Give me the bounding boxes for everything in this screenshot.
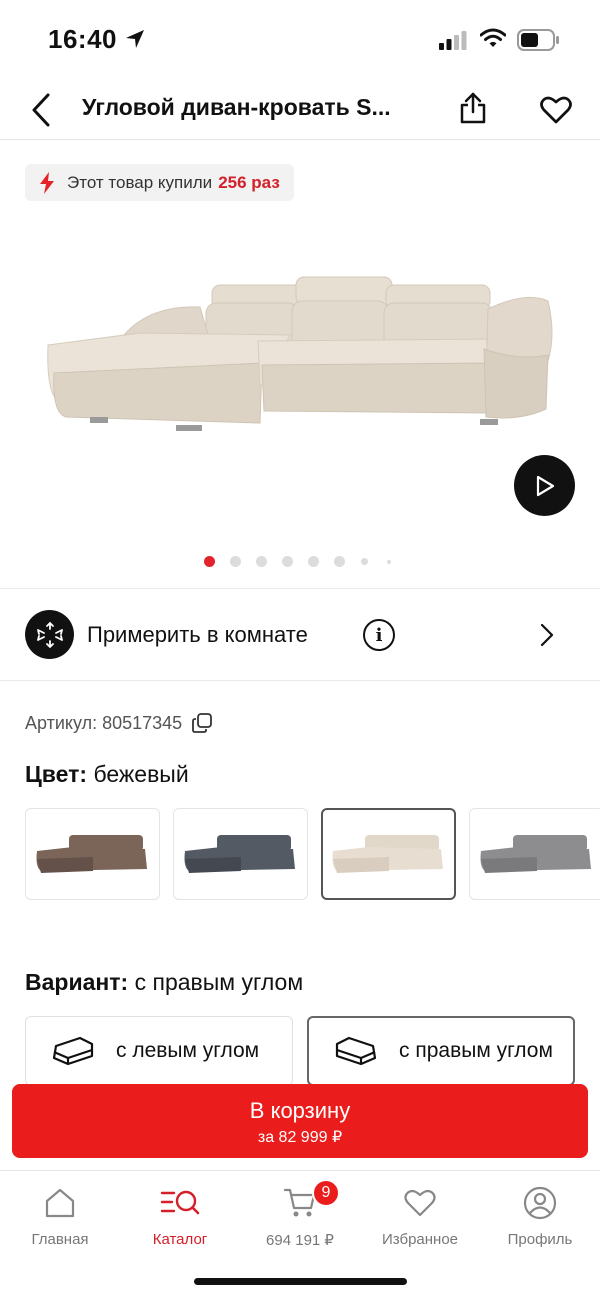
left-corner-sofa-icon — [50, 1034, 96, 1068]
purchase-count-badge: Этот товар купили 256 раз — [25, 164, 294, 201]
cart-icon — [240, 1183, 360, 1223]
try-in-room-row[interactable]: Примерить в комнате i — [0, 590, 600, 680]
status-time: 16:40 — [48, 24, 117, 54]
chevron-right-icon — [540, 623, 554, 652]
variant-right-label: с правым углом — [399, 1039, 553, 1062]
status-bar: 16:40 — [0, 0, 600, 80]
pagination-dot[interactable] — [308, 556, 319, 567]
nav-bar: Угловой диван-кровать S... — [0, 80, 600, 140]
pagination-dot[interactable] — [230, 556, 241, 567]
profile-icon — [480, 1183, 600, 1223]
tab-profile-label: Профиль — [507, 1231, 573, 1248]
pagination-dot[interactable] — [256, 556, 267, 567]
color-swatch-brown[interactable] — [25, 808, 160, 900]
variant-left-corner[interactable]: с левым углом — [25, 1016, 293, 1086]
home-indicator — [194, 1278, 407, 1285]
variant-left-label: с левым углом — [116, 1039, 260, 1062]
catalog-search-icon — [120, 1183, 240, 1223]
battery-icon — [517, 29, 561, 56]
ar-cube-icon — [25, 610, 74, 659]
variant-value: с правым углом — [134, 969, 304, 995]
color-heading: Цвет: бежевый — [25, 761, 189, 788]
tab-home[interactable]: Главная — [0, 1183, 120, 1248]
tab-cart[interactable]: 9 694 191 ₽ — [240, 1179, 360, 1249]
gallery-pagination[interactable] — [200, 555, 400, 569]
play-video-button[interactable] — [514, 455, 575, 516]
tab-catalog[interactable]: Каталог — [120, 1183, 240, 1248]
tab-cart-label: 694 191 ₽ — [266, 1232, 334, 1249]
lightning-icon — [39, 171, 55, 194]
share-icon — [460, 92, 486, 124]
play-icon — [536, 475, 554, 496]
color-swatches — [25, 808, 600, 900]
chevron-left-icon — [32, 93, 50, 127]
article-number: Артикул: 80517345 — [25, 712, 213, 734]
copy-icon[interactable] — [191, 712, 213, 734]
article-text: Артикул: 80517345 — [25, 712, 183, 733]
heart-icon — [540, 96, 572, 124]
add-to-cart-button[interactable]: В корзину за 82 999 ₽ — [12, 1084, 588, 1158]
tab-profile[interactable]: Профиль — [480, 1183, 600, 1248]
tab-favorites[interactable]: Избранное — [360, 1183, 480, 1248]
divider — [0, 588, 600, 589]
info-icon[interactable]: i — [363, 619, 395, 651]
sofa-thumbnail — [36, 835, 147, 873]
purchase-count-value: 256 раз — [218, 172, 280, 192]
heart-icon — [360, 1183, 480, 1223]
pagination-dot[interactable] — [387, 560, 391, 564]
signal-icon — [439, 30, 467, 55]
variant-right-corner[interactable]: с правым углом — [307, 1016, 575, 1086]
page-title: Угловой диван-кровать S... — [82, 94, 391, 120]
purchase-count-prefix: Этот товар купили — [67, 172, 213, 192]
variant-heading: Вариант: с правым углом — [25, 969, 303, 996]
divider — [0, 680, 600, 681]
sofa-thumbnail — [480, 835, 591, 873]
color-value: бежевый — [93, 761, 189, 787]
location-arrow-icon — [124, 28, 146, 55]
favorite-button[interactable] — [536, 90, 576, 130]
sofa-thumbnail — [184, 835, 295, 873]
pagination-dot[interactable] — [361, 558, 368, 565]
try-in-room-label: Примерить в комнате — [87, 622, 308, 647]
right-corner-sofa-icon — [333, 1034, 379, 1068]
color-swatch-dark-grey[interactable] — [173, 808, 308, 900]
back-button[interactable] — [24, 90, 58, 130]
add-to-cart-price: за 82 999 ₽ — [257, 1129, 343, 1146]
pagination-dot[interactable] — [334, 556, 345, 567]
share-button[interactable] — [455, 88, 491, 128]
tab-favorites-label: Избранное — [381, 1231, 459, 1248]
add-to-cart-label: В корзину — [249, 1098, 351, 1123]
color-label: Цвет: — [25, 761, 88, 787]
color-swatch-beige[interactable] — [321, 808, 456, 900]
wifi-icon — [479, 28, 507, 53]
home-icon — [0, 1183, 120, 1223]
sofa-thumbnail — [332, 835, 443, 873]
product-image — [47, 276, 553, 431]
pagination-dot[interactable] — [282, 556, 293, 567]
variant-label: Вариант: — [25, 969, 129, 995]
cart-count-badge: 9 — [312, 1179, 340, 1207]
color-swatch-grey[interactable] — [469, 808, 600, 900]
product-gallery[interactable] — [0, 215, 600, 545]
tab-home-label: Главная — [31, 1231, 89, 1248]
tab-catalog-label: Каталог — [152, 1231, 208, 1248]
pagination-dot-active[interactable] — [204, 556, 215, 567]
